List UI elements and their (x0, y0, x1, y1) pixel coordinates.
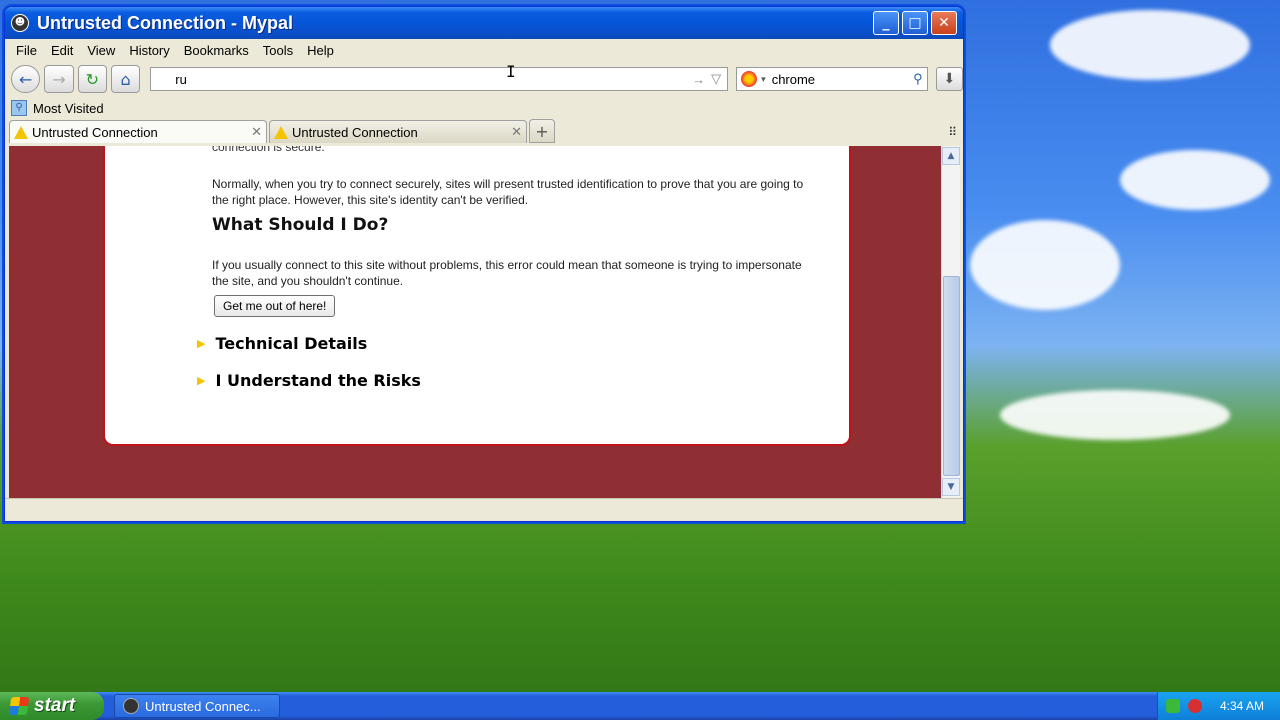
window-title: Untrusted Connection - Mypal (37, 12, 293, 33)
error-panel: connection is secure. Normally, when you… (103, 146, 851, 446)
download-arrow-icon: ⬇ (943, 71, 956, 87)
status-bar (5, 498, 963, 521)
desktop-cloud (1050, 10, 1250, 80)
expander-label: Technical Details (215, 334, 368, 353)
desktop-cloud (1000, 390, 1230, 440)
menu-file[interactable]: File (9, 43, 44, 58)
warning-icon (14, 125, 28, 139)
home-button[interactable]: ⌂ (110, 65, 141, 93)
expander-label: I Understand the Risks (215, 371, 421, 390)
error-paragraph-1: Normally, when you try to connect secure… (212, 177, 804, 207)
triangle-right-icon: ▶ (197, 337, 206, 350)
title-bar[interactable]: ☻ Untrusted Connection - Mypal _ □ ✕ (5, 7, 963, 39)
menu-bar: File Edit View History Bookmarks Tools H… (5, 39, 963, 61)
forward-button[interactable]: → (44, 65, 74, 93)
reload-button[interactable]: ↻ (77, 65, 107, 93)
menu-edit[interactable]: Edit (44, 43, 80, 58)
technical-details-expander[interactable]: ▶ Technical Details (197, 334, 367, 353)
history-dropdown-icon[interactable]: ▽ (711, 71, 721, 87)
search-engine-icon[interactable] (741, 71, 758, 87)
error-text-fragment: connection is secure. (212, 146, 325, 154)
back-button[interactable]: ← (11, 65, 41, 93)
warning-icon (274, 125, 288, 139)
menu-history[interactable]: History (122, 43, 176, 58)
scroll-down-icon[interactable]: ▼ (942, 478, 960, 496)
understand-risks-expander[interactable]: ▶ I Understand the Risks (197, 371, 421, 390)
browser-window: ☻ Untrusted Connection - Mypal _ □ ✕ Fil… (4, 6, 964, 522)
search-bar[interactable]: ▾ chrome ⚲ (736, 67, 928, 91)
menu-view[interactable]: View (80, 43, 122, 58)
url-input[interactable]: ru (157, 72, 686, 87)
menu-tools[interactable]: Tools (256, 43, 300, 58)
downloads-button[interactable]: ⬇ (935, 67, 963, 91)
search-icon[interactable]: ⚲ (913, 71, 923, 87)
windows-logo-icon (8, 697, 30, 715)
chevron-down-icon[interactable]: ▾ (761, 74, 766, 85)
desktop-cloud (1120, 150, 1270, 210)
maximize-button[interactable]: □ (902, 11, 928, 35)
triangle-right-icon: ▶ (197, 374, 206, 387)
taskbar-item-label: Untrusted Connec... (145, 698, 261, 714)
search-input[interactable]: chrome (772, 72, 913, 87)
home-icon: ⌂ (120, 69, 131, 89)
text-cursor-icon: I (506, 62, 516, 81)
error-paragraph-2: If you usually connect to this site with… (212, 258, 802, 288)
tab-label: Untrusted Connection (32, 124, 158, 140)
go-arrow-icon[interactable]: → (692, 72, 705, 87)
back-arrow-icon: ← (18, 69, 33, 89)
clock[interactable]: 4:34 AM (1220, 699, 1264, 713)
network-icon[interactable] (1166, 699, 1180, 713)
bookmarks-toolbar: ⚲ Most Visited (5, 97, 963, 119)
error-heading: What Should I Do? (212, 215, 389, 235)
bookmark-most-visited[interactable]: Most Visited (33, 101, 104, 116)
most-visited-icon: ⚲ (11, 100, 27, 116)
close-tab-icon[interactable]: ✕ (251, 124, 262, 140)
url-bar[interactable]: ru → ▽ (150, 67, 729, 91)
tab-list-icon[interactable]: ⠿ (948, 125, 957, 139)
system-tray: 4:34 AM (1157, 692, 1280, 720)
close-tab-icon[interactable]: ✕ (511, 124, 522, 140)
desktop-cloud (970, 220, 1120, 310)
app-icon: ☻ (11, 14, 29, 32)
start-button[interactable]: start (0, 692, 104, 720)
scrollbar-thumb[interactable] (943, 276, 960, 476)
menu-help[interactable]: Help (300, 43, 341, 58)
vertical-scrollbar[interactable]: ▲ ▼ (941, 146, 960, 498)
security-shield-icon[interactable] (1188, 699, 1202, 713)
scroll-up-icon[interactable]: ▲ (942, 147, 960, 165)
get-me-out-button[interactable]: Get me out of here! (214, 295, 336, 317)
tab-untrusted-connection-2[interactable]: Untrusted Connection ✕ (269, 120, 527, 143)
reload-icon: ↻ (85, 69, 99, 89)
forward-arrow-icon: → (52, 69, 66, 89)
tab-bar: Untrusted Connection ✕ Untrusted Connect… (5, 119, 963, 143)
taskbar: start Untrusted Connec... 4:34 AM (0, 692, 1280, 720)
app-icon (123, 698, 139, 714)
close-button[interactable]: ✕ (931, 11, 957, 35)
page-content: connection is secure. Normally, when you… (9, 146, 941, 498)
tab-label: Untrusted Connection (292, 124, 418, 140)
new-tab-button[interactable]: + (529, 119, 555, 143)
navigation-toolbar: ← → ↻ ⌂ ru → ▽ ▾ chrome ⚲ ⬇ (5, 61, 963, 97)
menu-bookmarks[interactable]: Bookmarks (177, 43, 256, 58)
taskbar-item-browser[interactable]: Untrusted Connec... (114, 694, 280, 718)
minimize-button[interactable]: _ (873, 11, 899, 35)
plus-icon: + (535, 121, 549, 141)
start-label: start (34, 695, 76, 716)
tab-untrusted-connection-1[interactable]: Untrusted Connection ✕ (9, 120, 267, 143)
